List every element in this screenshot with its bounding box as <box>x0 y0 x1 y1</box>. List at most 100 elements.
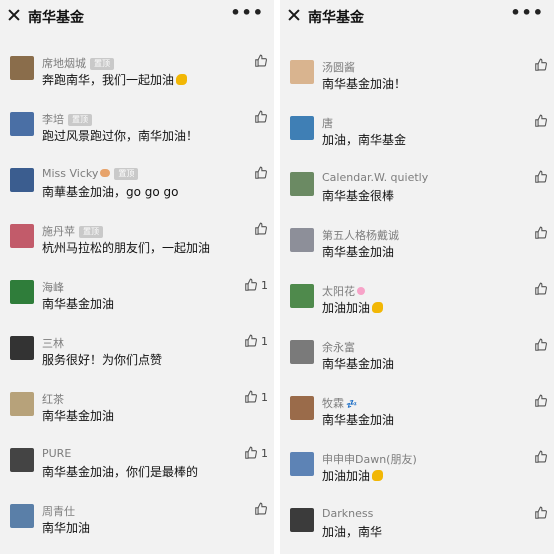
avatar[interactable] <box>290 172 314 196</box>
thumbs-up-icon <box>534 506 548 520</box>
comment-text-content: 加油加油 <box>322 301 371 315</box>
comment-text: 跑过风景跑过你，南华加油！ <box>42 127 198 144</box>
avatar[interactable] <box>290 284 314 308</box>
author-name: 红茶 <box>42 393 64 406</box>
comment-item: Darkness 加油，南华 <box>280 506 554 554</box>
avatar[interactable] <box>10 336 34 360</box>
comment-author: 三林 <box>42 335 64 351</box>
like-button[interactable] <box>254 166 268 180</box>
comment-item: 席地烟城 置顶奔跑南华，我们一起加油 <box>0 54 274 110</box>
comment-text: 加油加油 <box>322 299 384 316</box>
more-options-icon[interactable]: ••• <box>230 3 264 22</box>
comment-author: 余永富 <box>322 339 355 355</box>
comment-text-content: 加油加油 <box>322 469 371 483</box>
like-button[interactable] <box>534 394 548 408</box>
comment-text-content: 南华基金加油 <box>42 297 115 311</box>
like-button[interactable] <box>534 114 548 128</box>
avatar[interactable] <box>290 340 314 364</box>
like-button[interactable] <box>254 502 268 516</box>
comment-text-content: 跑过风景跑过你，南华加油！ <box>42 129 199 143</box>
thumbs-up-icon <box>534 58 548 72</box>
avatar[interactable] <box>290 60 314 84</box>
comment-text-content: 南华基金加油，你们是最棒的 <box>42 465 199 479</box>
pinned-badge: 置顶 <box>68 114 92 126</box>
like-button[interactable] <box>534 58 548 72</box>
author-name: 席地烟城 <box>42 57 86 70</box>
thumbs-up-icon <box>534 170 548 184</box>
author-name: 李培 <box>42 113 64 126</box>
thumbs-up-icon <box>254 166 268 180</box>
comment-text-content: 南华加油 <box>42 521 91 535</box>
author-name: Darkness <box>322 507 374 520</box>
author-name: 汤圆酱 <box>322 61 355 74</box>
avatar[interactable] <box>10 112 34 136</box>
author-name: 牧霖 <box>322 397 344 410</box>
avatar[interactable] <box>10 504 34 528</box>
avatar[interactable] <box>290 452 314 476</box>
like-button[interactable] <box>534 282 548 296</box>
comment-item: PURE 南华基金加油，你们是最棒的 1 <box>0 446 274 502</box>
thumbs-up-icon <box>534 394 548 408</box>
avatar[interactable] <box>10 448 34 472</box>
comment-item: 海峰南华基金加油 1 <box>0 278 274 334</box>
comment-author: Calendar.W. quietly <box>322 171 428 184</box>
like-button[interactable]: 1 <box>244 334 268 348</box>
comment-text: 南华加油 <box>42 519 90 536</box>
comment-author: 第五人格杨戴诚 <box>322 227 399 243</box>
author-name: 唐 <box>322 117 333 130</box>
author-name: 申申申Dawn(朋友) <box>322 453 417 466</box>
avatar[interactable] <box>10 280 34 304</box>
pointing-hand-emoji-icon <box>100 169 111 177</box>
comment-text: 加油，南华 <box>322 523 382 540</box>
close-icon[interactable] <box>288 9 300 21</box>
like-button[interactable] <box>534 170 548 184</box>
page-title: 南华基金 <box>308 10 364 26</box>
avatar[interactable] <box>290 508 314 532</box>
comment-text-content: 加油，南华 <box>322 525 383 539</box>
like-button[interactable] <box>254 110 268 124</box>
like-button[interactable]: 1 <box>244 278 268 292</box>
comment-text: 奔跑南华，我们一起加油 <box>42 71 188 88</box>
author-name: 周青仕 <box>42 505 75 518</box>
avatar[interactable] <box>10 392 34 416</box>
right-panel: 南华基金 ••• 汤圆酱 南华基金加油！唐加油，南华基金 Calendar.W. q… <box>280 0 554 554</box>
like-button[interactable] <box>534 226 548 240</box>
avatar[interactable] <box>10 224 34 248</box>
comment-text-content: 南华基金很棒 <box>322 189 395 203</box>
like-button[interactable] <box>254 54 268 68</box>
avatar[interactable] <box>10 168 34 192</box>
author-name: 三林 <box>42 337 64 350</box>
comment-author: 申申申Dawn(朋友) <box>322 451 417 467</box>
comment-text-content: 奔跑南华，我们一起加油 <box>42 73 175 87</box>
like-button[interactable] <box>534 450 548 464</box>
comment-item: 唐加油，南华基金 <box>280 114 554 170</box>
comment-item: 太阳花 加油加油 <box>280 282 554 338</box>
muscle-emoji-icon <box>372 470 384 481</box>
avatar[interactable] <box>290 228 314 252</box>
avatar[interactable] <box>290 396 314 420</box>
more-options-icon[interactable]: ••• <box>510 3 544 22</box>
author-name: 海峰 <box>42 281 64 294</box>
author-name: 太阳花 <box>322 285 355 298</box>
avatar[interactable] <box>290 116 314 140</box>
comment-text: 南华基金加油 <box>42 295 114 312</box>
close-icon[interactable] <box>8 9 20 21</box>
comment-text: 服务很好！为你们点赞 <box>42 351 162 368</box>
like-button[interactable] <box>534 506 548 520</box>
comment-author: 太阳花 <box>322 283 365 299</box>
comment-text: 加油，南华基金 <box>322 131 406 148</box>
like-button[interactable] <box>254 222 268 236</box>
like-count: 1 <box>261 446 268 460</box>
like-button[interactable]: 1 <box>244 446 268 460</box>
comment-author: Darkness <box>322 507 373 520</box>
comment-text-content: 服务很好！为你们点赞 <box>42 353 163 367</box>
comment-text: 南华基金加油 <box>322 355 394 372</box>
author-name: Miss Vicky <box>42 167 99 180</box>
like-button[interactable]: 1 <box>244 390 268 404</box>
comment-item: 周青仕 南华加油 <box>0 502 274 554</box>
pinned-badge: 置顶 <box>90 58 114 70</box>
avatar[interactable] <box>10 56 34 80</box>
like-button[interactable] <box>534 338 548 352</box>
comment-author: 红茶 <box>42 391 64 407</box>
comment-text-content: 南华基金加油！ <box>322 77 407 91</box>
